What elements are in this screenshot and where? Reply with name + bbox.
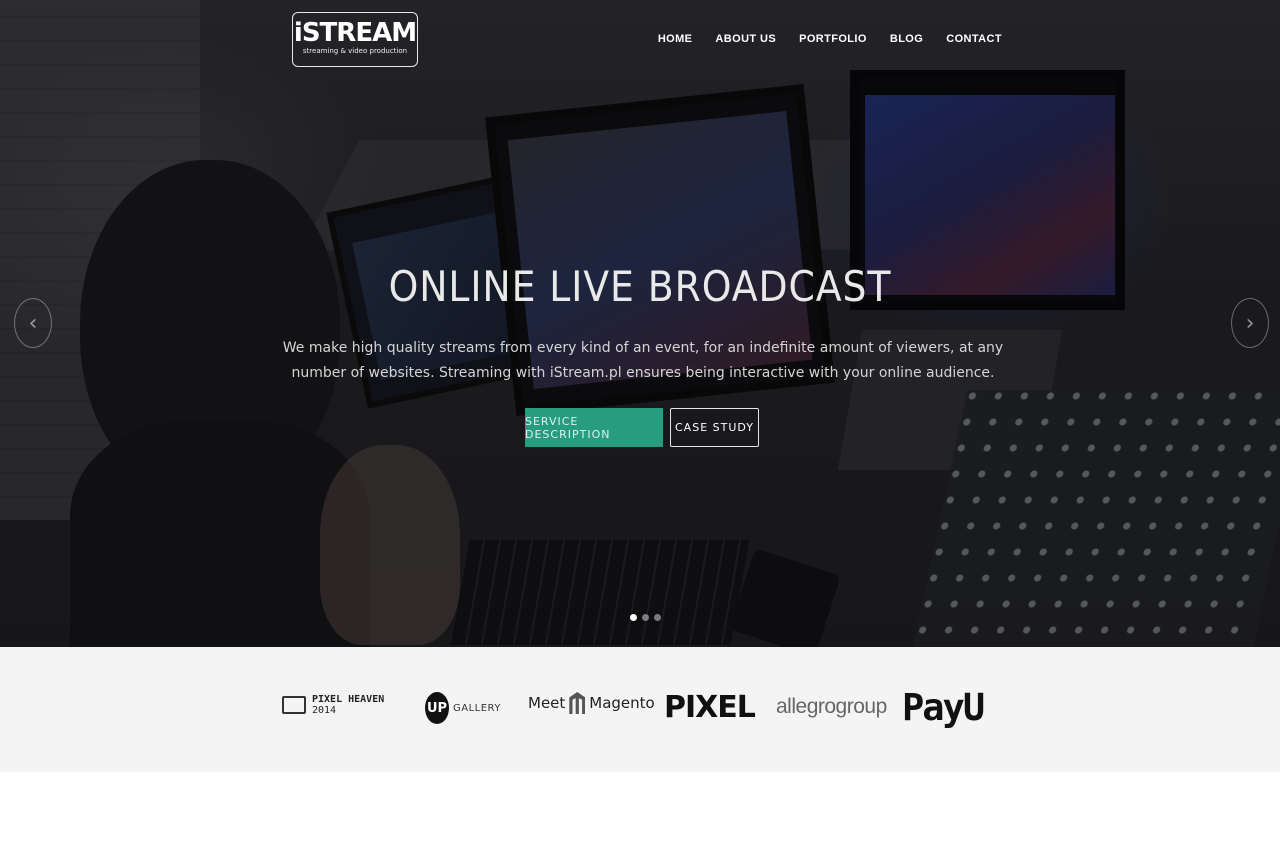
- hero-subtitle: We make high quality streams from every …: [282, 340, 1004, 381]
- pixel-heaven-year: 2014: [312, 705, 337, 716]
- up-logo-icon: UP: [425, 692, 449, 724]
- client-logo-pixel-heaven[interactable]: PIXEL HEAVEN 2014: [282, 694, 384, 716]
- slider-dot-3[interactable]: [654, 614, 661, 621]
- pixel-heaven-icon: [282, 696, 306, 714]
- slider-dot-2[interactable]: [642, 614, 649, 621]
- service-description-button[interactable]: SERVICE DESCRIPTION: [525, 408, 663, 447]
- slider-prev-button[interactable]: ‹: [14, 298, 52, 348]
- client-logo-payu[interactable]: PayU: [902, 686, 985, 729]
- brand-logo[interactable]: iSTREAM streaming & video production: [292, 12, 418, 67]
- slider-next-button[interactable]: ›: [1231, 298, 1269, 348]
- nav-item-portfolio[interactable]: PORTFOLIO: [799, 33, 867, 45]
- nav-item-contact[interactable]: CONTACT: [946, 33, 1002, 45]
- nav-item-blog[interactable]: BLOG: [890, 33, 923, 45]
- slider-pagination: [630, 614, 661, 621]
- brand-name: iSTREAM: [293, 18, 417, 48]
- magento-meet-text: Meet: [528, 694, 566, 712]
- slider-dot-1[interactable]: [630, 614, 637, 621]
- nav-item-about-us[interactable]: ABOUT US: [715, 33, 776, 45]
- hero-slider: iSTREAM streaming & video production HOM…: [0, 0, 1280, 647]
- hero-title: ONLINE LIVE BROADCAST: [388, 262, 892, 311]
- hero-overlay: [0, 0, 1280, 647]
- brand-tagline: streaming & video production: [302, 47, 408, 55]
- up-gallery-text: GALLERY: [453, 702, 501, 714]
- client-logo-up-gallery[interactable]: UP GALLERY: [425, 692, 501, 724]
- client-logo-pixel[interactable]: PIXEL: [664, 690, 756, 725]
- case-study-button[interactable]: CASE STUDY: [670, 408, 759, 447]
- main-nav: HOME ABOUT US PORTFOLIO BLOG CONTACT: [658, 33, 1002, 45]
- magento-name: Magento: [589, 694, 655, 712]
- magento-icon: [569, 692, 586, 714]
- chevron-left-icon: ‹: [28, 310, 38, 336]
- client-logo-allegro-group[interactable]: allegrogroup: [776, 695, 887, 719]
- nav-item-home[interactable]: HOME: [658, 33, 693, 45]
- chevron-right-icon: ›: [1245, 310, 1255, 336]
- client-logo-meet-magento[interactable]: Meet Magento: [528, 692, 655, 714]
- pixel-heaven-name: PIXEL HEAVEN: [312, 694, 385, 705]
